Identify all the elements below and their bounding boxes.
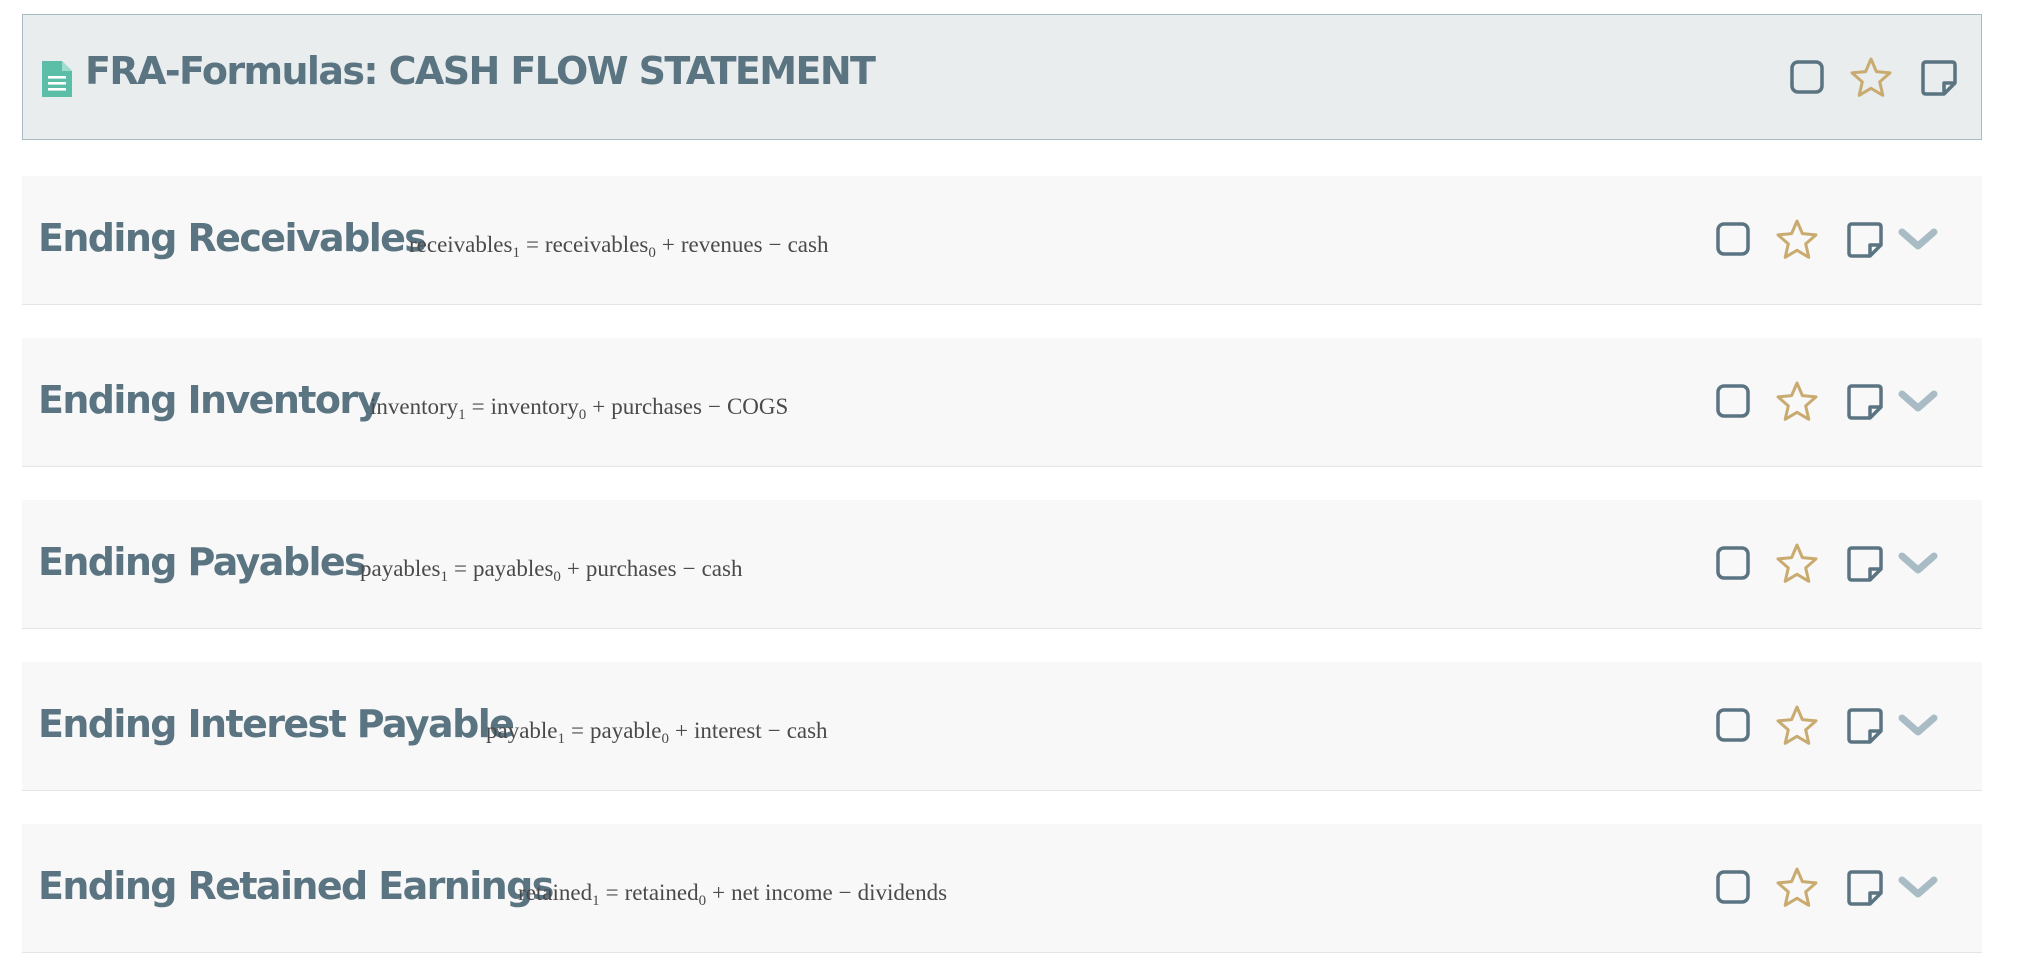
star-icon[interactable] <box>1776 704 1818 746</box>
star-icon[interactable] <box>1850 56 1892 98</box>
checkbox-icon[interactable] <box>1789 59 1825 95</box>
note-icon[interactable] <box>1846 869 1884 907</box>
checkbox-icon[interactable] <box>1715 869 1751 905</box>
note-icon[interactable] <box>1920 59 1958 97</box>
formula-card-ending-retained-earnings[interactable]: Ending Retained Earnings retained1 = retai… <box>22 824 1982 953</box>
formula-expression: payable1 = payable0 + interest − cash <box>486 718 828 747</box>
formula-card-ending-inventory[interactable]: Ending Inventory inventory1 = inventory0 + p… <box>22 338 1982 467</box>
chevron-down-icon[interactable] <box>1898 550 1938 578</box>
note-icon[interactable] <box>1846 545 1884 583</box>
page-header: FRA-Formulas: CASH FLOW STATEMENT <box>22 14 1982 140</box>
chevron-down-icon[interactable] <box>1898 874 1938 902</box>
checkbox-icon[interactable] <box>1715 707 1751 743</box>
formula-card-ending-interest-payable[interactable]: Ending Interest Payable payable1 = payable… <box>22 662 1982 791</box>
formula-expression: retained1 = retained0 + net income − dividends <box>518 880 948 909</box>
note-icon[interactable] <box>1846 707 1884 745</box>
chevron-down-icon[interactable] <box>1898 712 1938 740</box>
checkbox-icon[interactable] <box>1715 221 1751 257</box>
formula-card-ending-receivables[interactable]: Ending Receivables receivables1 = receivab… <box>22 176 1982 305</box>
chevron-down-icon[interactable] <box>1898 388 1938 416</box>
star-icon[interactable] <box>1776 218 1818 260</box>
formula-expression: payables1 = payables0 + purchases − cash <box>360 556 743 585</box>
document-icon <box>42 61 72 97</box>
checkbox-icon[interactable] <box>1715 545 1751 581</box>
page-title: FRA-Formulas: CASH FLOW STATEMENT <box>85 49 876 93</box>
formula-title: Ending Retained Earnings <box>38 864 554 908</box>
star-icon[interactable] <box>1776 380 1818 422</box>
star-icon[interactable] <box>1776 542 1818 584</box>
formula-title: Ending Inventory <box>38 378 381 422</box>
formula-title: Ending Receivables <box>38 216 427 260</box>
checkbox-icon[interactable] <box>1715 383 1751 419</box>
formula-card-ending-payables[interactable]: Ending Payables payables1 = payables0 + purc… <box>22 500 1982 629</box>
formula-title: Ending Interest Payable <box>38 702 515 746</box>
star-icon[interactable] <box>1776 866 1818 908</box>
note-icon[interactable] <box>1846 383 1884 421</box>
formula-expression: inventory1 = inventory0 + purchases − COGS <box>370 394 789 423</box>
chevron-down-icon[interactable] <box>1898 226 1938 254</box>
formula-expression: receivables1 = receivables0 + revenues − cash <box>409 232 829 261</box>
formula-title: Ending Payables <box>38 540 367 584</box>
note-icon[interactable] <box>1846 221 1884 259</box>
